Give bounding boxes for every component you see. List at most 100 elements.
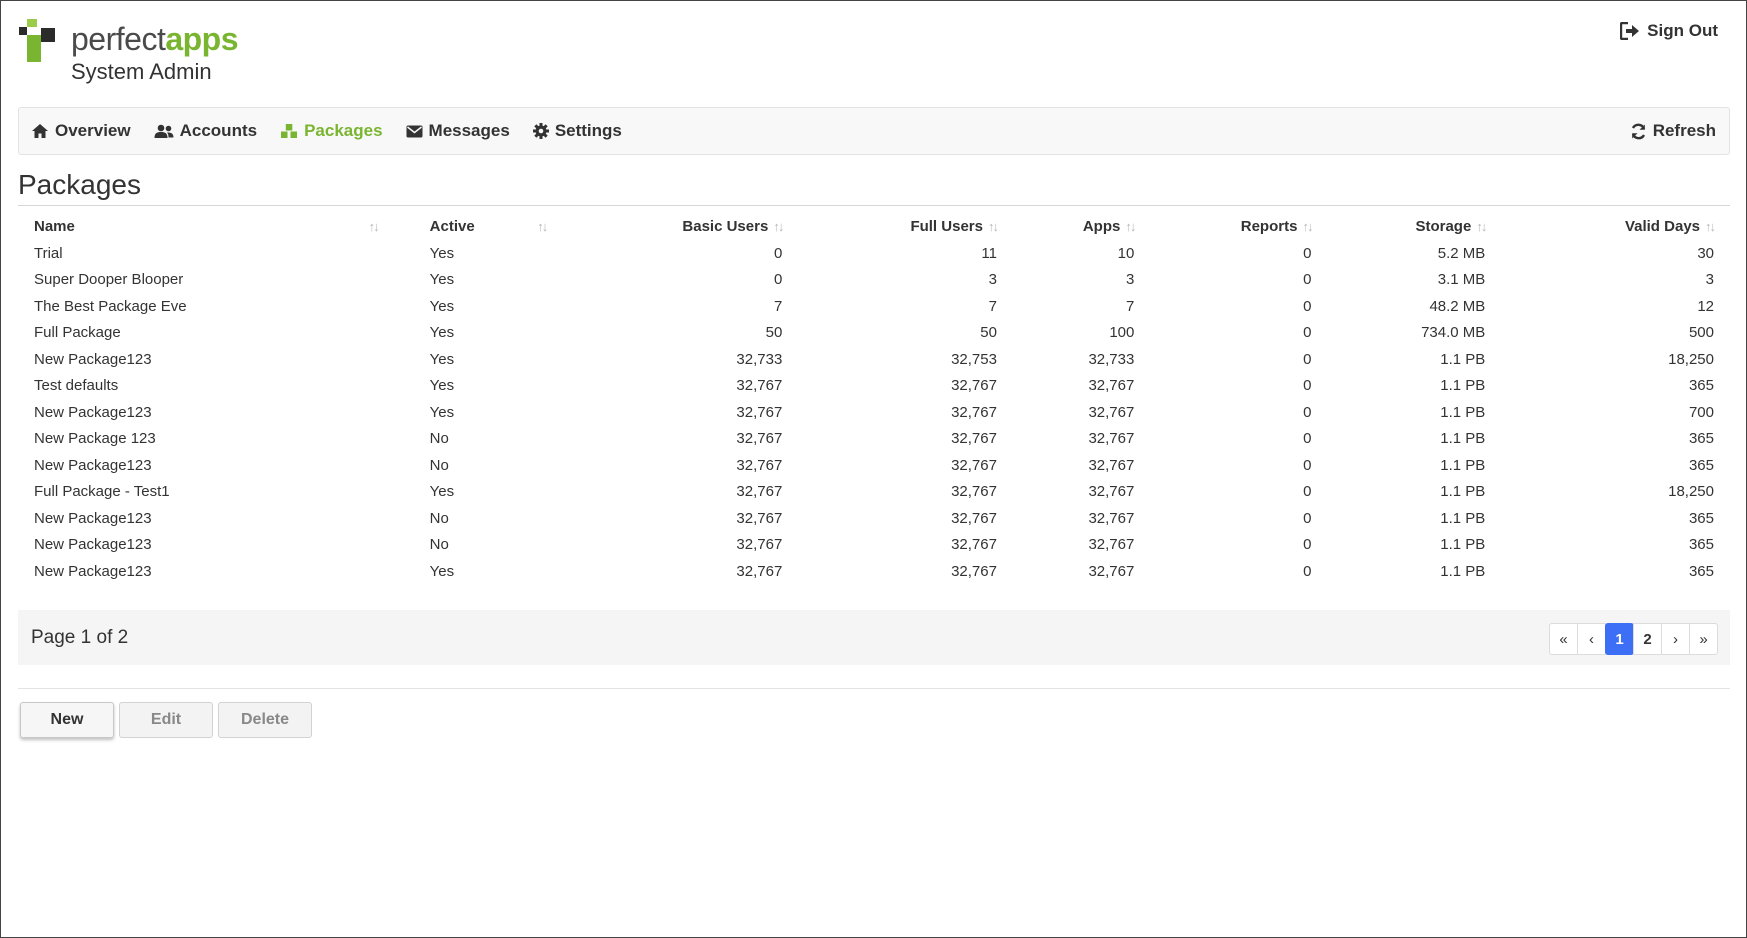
column-header-label: Basic Users	[682, 217, 769, 235]
cell-name: New Package123	[34, 456, 152, 474]
cell-valid-days: 365	[1688, 509, 1714, 527]
column-header-name[interactable]: Name ↑↓	[18, 212, 394, 240]
cell-name: Full Package	[34, 324, 121, 342]
sort-icon: ↑↓	[1476, 218, 1487, 234]
table-row[interactable]: Full Package Yes 50 50 100 0 734.0 MB 500	[18, 320, 1730, 347]
last-page-button[interactable]: »	[1689, 623, 1718, 655]
app-window: perfectapps System Admin Sign Out Overvi…	[0, 0, 1747, 938]
cell-basic-users: 7	[773, 297, 783, 315]
table-header-row: Name ↑↓ Active ↑↓ Basic Users ↑↓ Full Users…	[18, 212, 1730, 240]
cell-active: Yes	[429, 297, 455, 315]
prev-page-button[interactable]: ‹	[1577, 623, 1606, 655]
cell-full-users: 11	[981, 244, 997, 262]
cell-name: New Package123	[34, 562, 152, 580]
pagination: « ‹ 1 2 › »	[1549, 623, 1718, 655]
column-header-full-users[interactable]: Full Users ↑↓	[798, 212, 1013, 240]
cell-apps: 32,767	[1088, 536, 1135, 554]
table-row[interactable]: New Package 123 No 32,767 32,767 32,767 0 1.1 …	[18, 426, 1730, 453]
cell-storage: 1.1 PB	[1440, 403, 1486, 421]
table-row[interactable]: Trial Yes 0 11 10 0 5.2 MB 30	[18, 240, 1730, 267]
column-header-apps[interactable]: Apps ↑↓	[1013, 212, 1150, 240]
new-button[interactable]: New	[20, 702, 114, 738]
refresh-button[interactable]: Refresh	[1630, 108, 1716, 154]
column-header-label: Storage	[1415, 217, 1472, 235]
column-header-storage[interactable]: Storage ↑↓	[1327, 212, 1501, 240]
brand-word-apps: apps	[165, 21, 239, 57]
nav-settings[interactable]: Settings	[532, 121, 622, 141]
table-body: Trial Yes 0 11 10 0 5.2 MB 30 Super Dooper Bloop…	[18, 240, 1730, 585]
next-page-button[interactable]: ›	[1661, 623, 1690, 655]
cell-basic-users: 32,767	[736, 377, 783, 395]
cell-name: Super Dooper Blooper	[34, 271, 184, 289]
table-row[interactable]: New Package123 No 32,767 32,767 32,767 0 1.1 P…	[18, 452, 1730, 479]
page-2-button[interactable]: 2	[1633, 623, 1662, 655]
sort-icon: ↑↓	[1705, 218, 1716, 234]
cell-valid-days: 18,250	[1668, 483, 1714, 501]
cell-apps: 32,733	[1088, 350, 1135, 368]
cell-full-users: 50	[980, 324, 997, 342]
column-header-active[interactable]: Active ↑↓	[394, 212, 563, 240]
cell-name: New Package123	[34, 536, 152, 554]
nav-accounts[interactable]: Accounts	[154, 121, 257, 141]
cell-name: Full Package - Test1	[34, 483, 170, 501]
cell-active: No	[429, 536, 449, 554]
brand: perfectapps System Admin	[19, 19, 319, 89]
cell-active: Yes	[429, 403, 455, 421]
cell-apps: 32,767	[1088, 430, 1135, 448]
table-row[interactable]: New Package123 Yes 32,767 32,767 32,767 0 1.1 …	[18, 558, 1730, 585]
cell-apps: 32,767	[1088, 562, 1135, 580]
table-row[interactable]: New Package123 Yes 32,767 32,767 32,767 0 1.1 …	[18, 399, 1730, 426]
delete-button[interactable]: Delete	[218, 702, 312, 738]
column-header-valid-days[interactable]: Valid Days ↑↓	[1501, 212, 1730, 240]
column-header-reports[interactable]: Reports ↑↓	[1150, 212, 1327, 240]
cell-apps: 32,767	[1088, 377, 1135, 395]
nav-packages[interactable]: Packages	[280, 121, 383, 141]
cell-name: New Package123	[34, 403, 152, 421]
cell-basic-users: 32,733	[736, 350, 783, 368]
cell-name: Trial	[34, 244, 63, 262]
cell-basic-users: 32,767	[736, 456, 783, 474]
cell-storage: 1.1 PB	[1440, 562, 1486, 580]
table-row[interactable]: New Package123 No 32,767 32,767 32,767 0 1.1 P…	[18, 532, 1730, 559]
cell-basic-users: 32,767	[736, 509, 783, 527]
nav-packages-label: Packages	[304, 121, 383, 140]
table-row[interactable]: New Package123 Yes 32,733 32,753 32,733 0 1.1 …	[18, 346, 1730, 373]
packages-table: Name ↑↓ Active ↑↓ Basic Users ↑↓ Full Users…	[18, 212, 1730, 585]
table-row[interactable]: The Best Package Eve Yes 7 7 7 0 48.2 MB 12	[18, 293, 1730, 320]
table-row[interactable]: New Package123 No 32,767 32,767 32,767 0 1.1 P…	[18, 505, 1730, 532]
cell-storage: 1.1 PB	[1440, 377, 1486, 395]
edit-button[interactable]: Edit	[119, 702, 213, 738]
page-info: Page 1 of 2	[31, 627, 129, 648]
cell-storage: 1.1 PB	[1440, 350, 1486, 368]
nav-settings-label: Settings	[554, 121, 622, 140]
sign-out-icon	[1620, 22, 1640, 40]
cell-valid-days: 365	[1688, 562, 1714, 580]
table-row[interactable]: Test defaults Yes 32,767 32,767 32,767 0 1.1 P…	[18, 373, 1730, 400]
sign-out-button[interactable]: Sign Out	[1620, 21, 1718, 41]
cell-storage: 48.2 MB	[1429, 297, 1486, 315]
cell-active: No	[429, 509, 449, 527]
table-row[interactable]: Full Package - Test1 Yes 32,767 32,767 32,76…	[18, 479, 1730, 506]
gear-icon	[532, 123, 549, 139]
cell-active: Yes	[429, 350, 455, 368]
nav-accounts-label: Accounts	[179, 121, 258, 140]
cell-full-users: 32,767	[951, 536, 997, 554]
cell-full-users: 3	[988, 271, 997, 289]
nav-overview[interactable]: Overview	[31, 121, 131, 141]
cell-reports: 0	[1303, 324, 1312, 342]
cell-name: New Package 123	[34, 430, 156, 448]
cell-full-users: 32,767	[951, 562, 997, 580]
cell-valid-days: 365	[1688, 456, 1714, 474]
page-1-button[interactable]: 1	[1605, 623, 1634, 655]
cell-apps: 100	[1109, 324, 1135, 342]
cell-active: Yes	[429, 377, 455, 395]
cell-basic-users: 32,767	[736, 403, 783, 421]
logo-icon	[19, 19, 63, 63]
first-page-button[interactable]: «	[1549, 623, 1578, 655]
column-header-basic-users[interactable]: Basic Users ↑↓	[562, 212, 798, 240]
cell-storage: 1.1 PB	[1440, 456, 1486, 474]
nav-messages[interactable]: Messages	[406, 121, 510, 141]
sort-icon: ↑↓	[773, 218, 784, 234]
table-row[interactable]: Super Dooper Blooper Yes 0 3 3 0 3.1 MB 3	[18, 267, 1730, 294]
cell-basic-users: 32,767	[736, 483, 783, 501]
